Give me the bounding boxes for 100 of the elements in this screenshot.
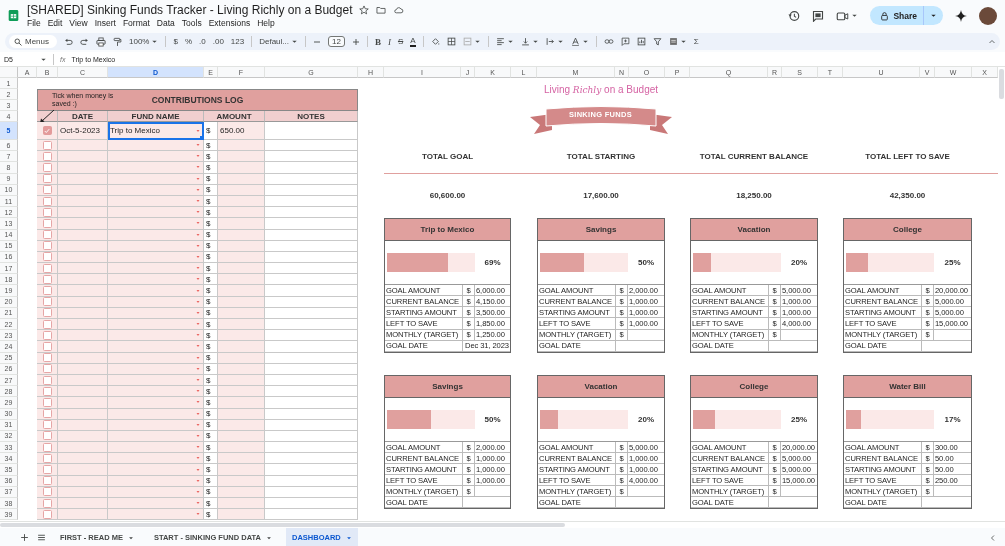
notes-cell[interactable] xyxy=(265,240,358,252)
fund-dropdown[interactable] xyxy=(108,330,204,342)
text-rotation-button[interactable] xyxy=(570,37,589,46)
date-cell[interactable] xyxy=(58,140,108,152)
fund-dropdown[interactable] xyxy=(108,184,204,196)
fund-dropdown[interactable] xyxy=(108,274,204,286)
notes-cell[interactable] xyxy=(265,184,358,196)
caret-icon[interactable] xyxy=(581,38,589,45)
bold-button[interactable]: B xyxy=(374,36,381,47)
notes-cell[interactable] xyxy=(265,319,358,331)
link-icon[interactable] xyxy=(603,37,614,46)
caret-icon[interactable] xyxy=(531,38,539,45)
amount-cell[interactable] xyxy=(218,207,265,219)
collapse-icon[interactable] xyxy=(988,37,996,46)
checkbox[interactable] xyxy=(42,286,52,296)
amount-cell[interactable] xyxy=(218,419,265,431)
checkbox[interactable] xyxy=(42,174,52,184)
date-cell[interactable]: Oct-5-2023 xyxy=(58,122,108,140)
checkbox[interactable] xyxy=(42,218,52,228)
notes-cell[interactable] xyxy=(265,408,358,420)
date-cell[interactable] xyxy=(58,274,108,286)
checkbox[interactable] xyxy=(42,375,52,385)
amount-cell[interactable] xyxy=(218,240,265,252)
amount-cell[interactable] xyxy=(218,498,265,510)
notes-cell[interactable] xyxy=(265,274,358,286)
checkbox[interactable] xyxy=(42,241,52,251)
font-size-field[interactable]: 12 xyxy=(328,36,345,47)
checkbox[interactable] xyxy=(42,151,52,161)
avatar[interactable] xyxy=(979,6,997,25)
fund-dropdown[interactable] xyxy=(108,218,204,230)
star-icon[interactable] xyxy=(359,5,370,15)
date-cell[interactable] xyxy=(58,397,108,409)
menu-item[interactable]: Insert xyxy=(94,18,116,28)
notes-cell[interactable] xyxy=(265,207,358,219)
history-icon[interactable] xyxy=(788,9,801,22)
notes-cell[interactable] xyxy=(265,341,358,353)
checkbox[interactable] xyxy=(42,431,52,441)
notes-cell[interactable] xyxy=(265,442,358,454)
amount-cell[interactable] xyxy=(218,319,265,331)
notes-cell[interactable] xyxy=(265,263,358,275)
date-cell[interactable] xyxy=(58,419,108,431)
checkbox[interactable] xyxy=(42,341,52,351)
strikethrough-button[interactable]: S xyxy=(397,37,404,46)
notes-cell[interactable] xyxy=(265,122,358,140)
fund-dropdown[interactable] xyxy=(108,509,204,521)
amount-cell[interactable] xyxy=(218,263,265,275)
sparkle-icon[interactable] xyxy=(955,9,967,22)
notes-cell[interactable] xyxy=(265,296,358,308)
date-cell[interactable] xyxy=(58,464,108,476)
fund-dropdown[interactable] xyxy=(108,363,204,375)
decrease-decimal-button[interactable]: .0 xyxy=(199,37,206,46)
select-all-corner[interactable] xyxy=(0,67,18,78)
checkbox[interactable] xyxy=(42,453,52,463)
number-format-button[interactable]: 123 xyxy=(230,37,245,46)
date-cell[interactable] xyxy=(58,285,108,297)
notes-cell[interactable] xyxy=(265,218,358,230)
filter-icon[interactable] xyxy=(652,37,662,46)
scrollbar-thumb[interactable] xyxy=(999,69,1004,99)
amount-cell[interactable] xyxy=(218,408,265,420)
date-cell[interactable] xyxy=(58,330,108,342)
zoom-dropdown[interactable]: 100% xyxy=(129,37,159,46)
checkbox[interactable] xyxy=(42,476,52,486)
caret-icon[interactable] xyxy=(473,38,481,45)
fill-bucket-icon[interactable] xyxy=(430,37,440,46)
amount-cell[interactable] xyxy=(218,162,265,174)
amount-cell[interactable] xyxy=(218,397,265,409)
vertical-align-button[interactable] xyxy=(520,37,539,46)
text-wrap-button[interactable] xyxy=(545,37,564,46)
menu-item[interactable]: Help xyxy=(257,18,275,28)
amount-cell[interactable] xyxy=(218,330,265,342)
redo-icon[interactable] xyxy=(80,37,89,46)
print-icon[interactable] xyxy=(96,36,106,47)
checkbox[interactable] xyxy=(42,162,52,172)
filter-views-button[interactable] xyxy=(668,37,687,46)
amount-cell[interactable] xyxy=(218,352,265,364)
amount-cell[interactable] xyxy=(218,229,265,241)
menu-item[interactable]: Format xyxy=(122,18,150,28)
fund-dropdown[interactable] xyxy=(108,207,204,219)
notes-cell[interactable] xyxy=(265,330,358,342)
fund-dropdown[interactable] xyxy=(108,341,204,353)
notes-cell[interactable] xyxy=(265,498,358,510)
caret-icon[interactable] xyxy=(679,38,687,45)
checkbox[interactable] xyxy=(42,509,52,519)
merge-cells-button[interactable] xyxy=(462,37,481,46)
fund-dropdown[interactable] xyxy=(108,453,204,465)
amount-cell[interactable] xyxy=(218,296,265,308)
add-sheet-icon[interactable] xyxy=(20,533,29,542)
fund-dropdown[interactable] xyxy=(108,464,204,476)
date-cell[interactable] xyxy=(58,184,108,196)
checkbox[interactable] xyxy=(42,126,52,135)
caret-icon[interactable] xyxy=(506,38,514,45)
checkbox[interactable] xyxy=(42,308,52,318)
fund-dropdown[interactable] xyxy=(108,162,204,174)
checkbox[interactable] xyxy=(42,487,52,497)
amount-cell[interactable] xyxy=(218,184,265,196)
menu-icon[interactable] xyxy=(37,533,46,542)
menu-item[interactable]: Extensions xyxy=(208,18,251,28)
chevron-left-icon[interactable] xyxy=(989,533,997,542)
amount-cell[interactable] xyxy=(218,386,265,398)
date-cell[interactable] xyxy=(58,363,108,375)
